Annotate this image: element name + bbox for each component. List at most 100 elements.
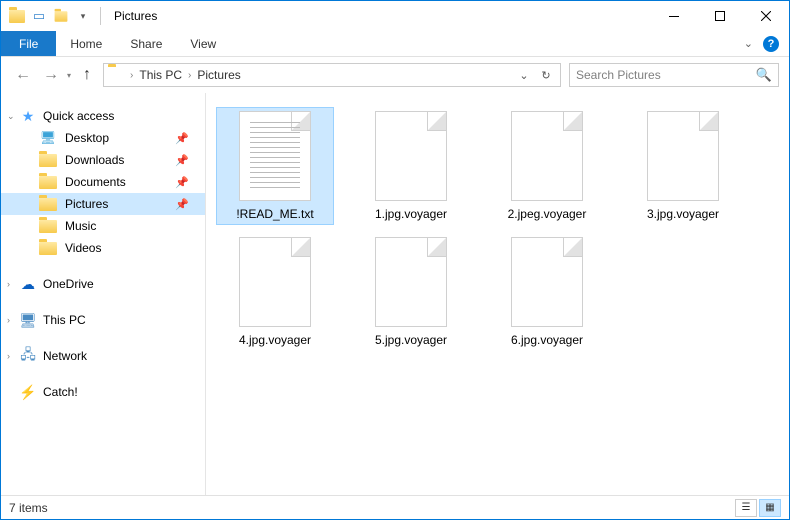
refresh-icon[interactable]: ↻ [536, 69, 556, 82]
qat-dropdown-icon[interactable]: ▾ [75, 8, 91, 24]
pin-icon: 📌 [175, 154, 189, 167]
file-item[interactable]: 3.jpg.voyager [624, 107, 742, 225]
forward-button[interactable]: → [39, 63, 63, 87]
file-icon-generic [375, 237, 447, 327]
network-icon: 🖧 [19, 348, 37, 364]
separator [100, 7, 101, 25]
sidebar-label: OneDrive [43, 277, 94, 291]
sidebar-item-label: Documents [65, 175, 126, 189]
folder-icon [9, 8, 25, 24]
close-button[interactable] [743, 1, 789, 31]
file-icon-txt [239, 111, 311, 201]
file-name: 2.jpeg.voyager [508, 207, 587, 221]
search-box[interactable]: Search Pictures 🔍 [569, 63, 779, 87]
minimize-button[interactable] [651, 1, 697, 31]
file-name: 3.jpg.voyager [647, 207, 719, 221]
search-icon[interactable]: 🔍 [756, 67, 772, 83]
pin-icon: 📌 [175, 132, 189, 145]
sidebar-onedrive[interactable]: › ☁ OneDrive [1, 273, 205, 295]
sidebar-item-label: Music [65, 219, 96, 233]
files-area[interactable]: !READ_ME.txt 1.jpg.voyager 2.jpeg.voyage… [206, 93, 789, 495]
file-icon-generic [239, 237, 311, 327]
chevron-right-icon[interactable]: › [188, 70, 191, 81]
recent-locations-icon[interactable]: ▾ [67, 71, 71, 80]
ribbon: File Home Share View ⌄ ? [1, 31, 789, 57]
file-item[interactable]: 4.jpg.voyager [216, 233, 334, 351]
breadcrumb-thispc[interactable]: This PC [139, 68, 182, 82]
sidebar-thispc[interactable]: › 🖥 This PC [1, 309, 205, 331]
folder-icon [39, 152, 57, 168]
properties-icon[interactable]: ▭ [31, 8, 47, 24]
sidebar-label: This PC [43, 313, 86, 327]
ribbon-tab-home[interactable]: Home [56, 31, 116, 56]
sidebar-catch[interactable]: ⚡ Catch! [1, 381, 205, 403]
expand-ribbon-icon[interactable]: ⌄ [744, 37, 753, 50]
sidebar-item-videos[interactable]: Videos [1, 237, 205, 259]
ribbon-file-tab[interactable]: File [1, 31, 56, 56]
folder-icon [39, 218, 57, 234]
view-details-button[interactable]: ☰ [735, 499, 757, 517]
title-bar: ▭ ▾ Pictures [1, 1, 789, 31]
folder-icon [39, 174, 57, 190]
chevron-right-icon[interactable]: › [7, 279, 10, 289]
new-folder-icon[interactable] [53, 8, 69, 24]
navigation-pane: ⌄ ★ Quick access 🖥 Desktop 📌 Downloads 📌… [1, 93, 206, 495]
sidebar-item-music[interactable]: Music [1, 215, 205, 237]
file-name: 4.jpg.voyager [239, 333, 311, 347]
sidebar-item-pictures[interactable]: Pictures 📌 [1, 193, 205, 215]
file-icon-generic [647, 111, 719, 201]
file-name: !READ_ME.txt [236, 207, 313, 221]
sidebar-item-label: Videos [65, 241, 101, 255]
quick-access-toolbar: ▭ ▾ Pictures [9, 7, 157, 25]
ribbon-tab-share[interactable]: Share [116, 31, 176, 56]
sidebar-item-label: Pictures [65, 197, 108, 211]
chevron-down-icon[interactable]: ⌄ [7, 111, 15, 122]
desktop-icon: 🖥 [39, 130, 57, 146]
sidebar-item-downloads[interactable]: Downloads 📌 [1, 149, 205, 171]
sidebar-item-documents[interactable]: Documents 📌 [1, 171, 205, 193]
file-item[interactable]: 5.jpg.voyager [352, 233, 470, 351]
back-button[interactable]: ← [11, 63, 35, 87]
sidebar-item-label: Downloads [65, 153, 124, 167]
pin-icon: 📌 [175, 176, 189, 189]
chevron-right-icon[interactable]: › [7, 351, 10, 361]
content-area: ⌄ ★ Quick access 🖥 Desktop 📌 Downloads 📌… [1, 93, 789, 495]
file-item[interactable]: 6.jpg.voyager [488, 233, 606, 351]
folder-icon [39, 240, 57, 256]
sidebar-network[interactable]: › 🖧 Network [1, 345, 205, 367]
window-controls [651, 1, 789, 31]
catch-icon: ⚡ [19, 384, 37, 400]
maximize-button[interactable] [697, 1, 743, 31]
file-name: 1.jpg.voyager [375, 207, 447, 221]
sidebar-label: Network [43, 349, 87, 363]
star-icon: ★ [19, 108, 37, 124]
sidebar-item-label: Desktop [65, 131, 109, 145]
sidebar-label: Quick access [43, 109, 114, 123]
file-item[interactable]: 1.jpg.voyager [352, 107, 470, 225]
address-bar[interactable]: › This PC › Pictures ⌄ ↻ [103, 63, 561, 87]
view-icons-button[interactable]: ▦ [759, 499, 781, 517]
breadcrumb-pictures[interactable]: Pictures [197, 68, 240, 82]
ribbon-tab-view[interactable]: View [176, 31, 230, 56]
sidebar-quickaccess[interactable]: ⌄ ★ Quick access [1, 105, 205, 127]
up-button[interactable]: ↑ [75, 63, 99, 87]
item-count: 7 items [9, 501, 48, 515]
sidebar-item-desktop[interactable]: 🖥 Desktop 📌 [1, 127, 205, 149]
navigation-bar: ← → ▾ ↑ › This PC › Pictures ⌄ ↻ Search … [1, 57, 789, 93]
help-icon[interactable]: ? [763, 36, 779, 52]
file-item[interactable]: 2.jpeg.voyager [488, 107, 606, 225]
search-placeholder[interactable]: Search Pictures [576, 68, 756, 82]
pin-icon: 📌 [175, 198, 189, 211]
window-title: Pictures [114, 9, 157, 23]
file-item[interactable]: !READ_ME.txt [216, 107, 334, 225]
folder-icon [39, 196, 57, 212]
chevron-right-icon[interactable]: › [130, 70, 133, 81]
chevron-right-icon[interactable]: › [7, 315, 10, 325]
file-icon-generic [511, 111, 583, 201]
sidebar-label: Catch! [43, 385, 78, 399]
file-name: 5.jpg.voyager [375, 333, 447, 347]
address-dropdown-icon[interactable]: ⌄ [514, 69, 534, 82]
file-icon-generic [511, 237, 583, 327]
status-bar: 7 items ☰ ▦ [1, 495, 789, 519]
location-icon [108, 67, 124, 83]
